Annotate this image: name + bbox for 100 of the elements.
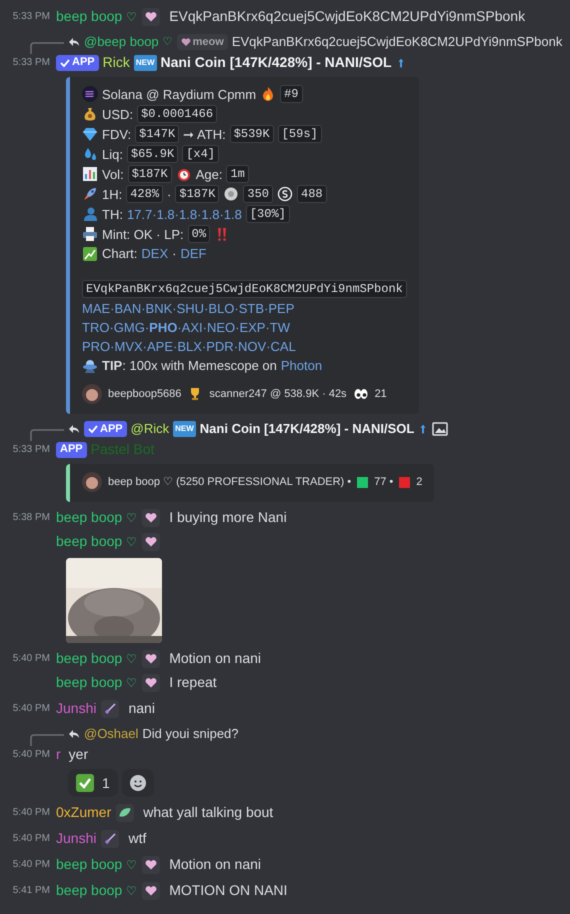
username[interactable]: beep boop xyxy=(56,880,122,901)
link[interactable]: DEX xyxy=(141,245,168,262)
username[interactable]: beep boop xyxy=(56,507,122,528)
timestamp: 5:40 PM xyxy=(12,858,50,872)
username[interactable]: beep boop xyxy=(56,6,122,27)
check-icon xyxy=(60,58,70,68)
footer-text: beep boop ♡ (5250 PROFESSIONAL TRADER) • xyxy=(108,474,352,490)
alarm-clock-icon xyxy=(176,166,192,182)
embed-text: USD: xyxy=(102,106,134,122)
username[interactable]: beep boop xyxy=(56,854,122,875)
embed-text: Mint: OK · LP: xyxy=(102,226,184,242)
coin-icon xyxy=(277,186,294,202)
new-tag: NEW xyxy=(134,54,157,70)
code-tag: [30%] xyxy=(246,205,290,223)
embed-text: Solana @ Raydium Cpmm xyxy=(102,86,256,102)
reply-preview[interactable]: Nani Coin [147K/428%] - NANI/SOL xyxy=(200,419,414,439)
link[interactable]: TRO·GMG·PHO·AXI·NEO·EXP·TW xyxy=(82,319,290,336)
timestamp: 5:40 PM xyxy=(12,832,50,846)
timestamp: 5:40 PM xyxy=(12,702,50,716)
code-tag: $147K xyxy=(135,125,180,143)
diamond-icon xyxy=(82,126,98,142)
link[interactable]: MAE·BAN·BNK·SHU·BLO·STB·PEP xyxy=(82,300,294,317)
timestamp: 5:40 PM xyxy=(12,652,50,666)
timestamp: 5:40 PM xyxy=(12,748,50,762)
embed-text: FDV: xyxy=(102,126,132,142)
link[interactable]: 17.7·1.8·1.8·1.8·1.8 xyxy=(126,206,242,222)
reply-icon xyxy=(68,423,80,435)
timestamp: 5:41 PM xyxy=(12,884,50,898)
new-tag: NEW xyxy=(173,421,196,437)
link[interactable]: PRO·MVX·APE·BLX·PDR·NOV·CAL xyxy=(82,338,296,355)
code-tag: 488 xyxy=(297,185,327,203)
gain-square-icon xyxy=(357,476,368,488)
app-tag: APP xyxy=(56,442,87,458)
app-tag: APP xyxy=(56,54,99,70)
code-tag: 428% xyxy=(126,185,164,203)
heart-symbol: ♡ xyxy=(162,34,173,50)
droplets-icon xyxy=(82,146,98,162)
timestamp: 5:33 PM xyxy=(12,10,50,24)
code-tag: [x4] xyxy=(182,145,219,163)
code-tag: $65.9K xyxy=(126,145,178,163)
username[interactable]: 0xZumer xyxy=(56,802,112,823)
embed-text: 1H: xyxy=(102,186,122,202)
ufo-icon xyxy=(82,358,98,374)
username[interactable]: r xyxy=(56,744,61,765)
embed-text: Age: xyxy=(196,166,222,182)
code-tag: EVqkPanBKrx6q2cuej5CwjdEoK8CM2UPdYi9nmSPbonk xyxy=(82,280,407,298)
embed-text: Liq: xyxy=(102,146,123,162)
code-tag: $187K xyxy=(128,165,172,183)
check-icon xyxy=(76,774,94,792)
view-count: 21 xyxy=(374,386,387,402)
reply-username[interactable]: @Rick xyxy=(130,419,170,439)
message-text: wtf xyxy=(128,829,146,848)
rocket-icon xyxy=(82,186,98,202)
username[interactable]: Junshi xyxy=(56,828,96,849)
message-text: MOTION ON NANI xyxy=(169,881,288,900)
chart-icon xyxy=(82,246,98,262)
embed-text: · xyxy=(167,186,172,202)
heart-symbol: ♡ xyxy=(126,510,138,526)
add-reaction-button[interactable] xyxy=(122,769,154,797)
reaction-button[interactable]: 1 xyxy=(68,769,118,797)
message-text: Motion on nani xyxy=(169,649,262,668)
message-text: EVqkPanBKrx6q2cuej5CwjdEoK8CM2UPdYi9nmSPbonk xyxy=(169,7,526,26)
footer-text: scanner247 @ 538.9K · 42s xyxy=(209,386,347,402)
username[interactable]: Junshi xyxy=(56,698,96,719)
username[interactable]: Rick xyxy=(102,52,130,73)
username[interactable]: beep boop xyxy=(56,648,122,669)
username[interactable]: beep boop xyxy=(56,531,122,552)
timestamp: 5:33 PM xyxy=(12,56,50,70)
reply-username[interactable]: @Oshael xyxy=(84,724,138,744)
link[interactable]: Photon xyxy=(280,357,322,374)
reply-icon xyxy=(68,728,80,740)
timestamp: 5:40 PM xyxy=(12,806,50,820)
coin-icon xyxy=(82,86,98,102)
message-text: Motion on nani xyxy=(169,855,262,874)
embed-text: TIP: 100x with Memescope on xyxy=(102,357,277,374)
username[interactable]: beep boop xyxy=(56,672,122,693)
embed-text: ➞ ATH: xyxy=(183,126,226,142)
reply-preview[interactable]: EVqkPanBKrx6q2cuej5CwjdEoK8CM2UPdYi9nmSPbonk xyxy=(232,32,562,52)
code-tag: 0% xyxy=(188,225,210,243)
loss-square-icon xyxy=(399,476,410,488)
code-tag: [59s] xyxy=(278,125,322,143)
reply-connector xyxy=(30,734,64,746)
down-count: 2 xyxy=(416,474,422,490)
code-tag: 350 xyxy=(243,185,274,203)
sword-icon xyxy=(100,830,120,848)
code-tag: $0.0001466 xyxy=(137,105,218,123)
message-text: nani xyxy=(128,699,155,718)
link[interactable]: DEF xyxy=(180,245,206,262)
sword-icon xyxy=(100,700,120,718)
reply-icon xyxy=(68,36,80,48)
embed-text: · xyxy=(172,245,176,262)
reply-preview[interactable]: Did youi sniped? xyxy=(142,724,239,744)
heart-symbol: ♡ xyxy=(126,856,138,874)
avatar xyxy=(82,472,102,492)
embed-text: Vol: xyxy=(102,166,124,182)
reply-username[interactable]: @beep boop xyxy=(84,32,159,52)
code-tag: #9 xyxy=(280,85,302,103)
message-text: I repeat xyxy=(169,673,217,692)
heart-symbol: ♡ xyxy=(126,674,138,692)
code-tag: $187K xyxy=(175,185,220,203)
